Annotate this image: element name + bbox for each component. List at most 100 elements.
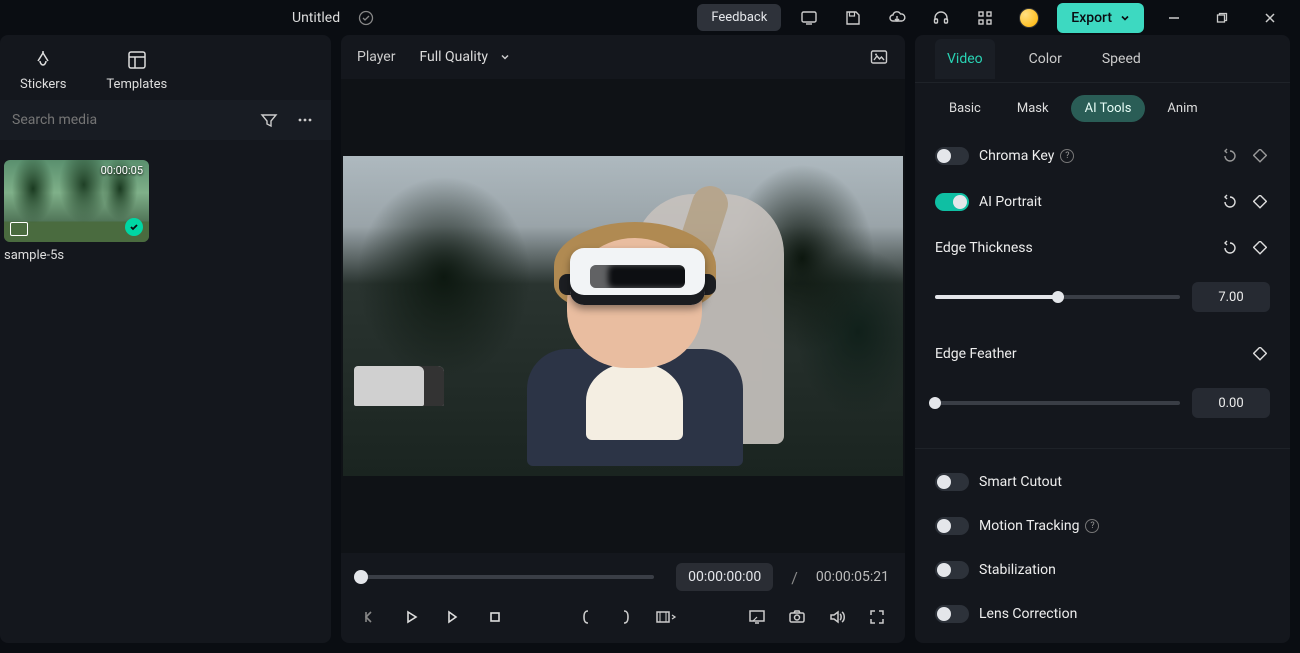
media-tabs: Stickers Templates (0, 35, 331, 100)
edge-feather-value[interactable]: 0.00 (1192, 388, 1270, 418)
tab-video[interactable]: Video (935, 39, 995, 79)
smart-cutout-toggle[interactable] (935, 473, 969, 491)
chroma-key-toggle[interactable] (935, 147, 969, 165)
time-current: 00:00:00:00 (676, 563, 773, 591)
prev-frame-button[interactable] (357, 605, 381, 629)
transport-bar: 00:00:00:00 / 00:00:05:21 (341, 553, 905, 643)
subtab-anim[interactable]: Anim (1153, 95, 1211, 122)
feedback-button[interactable]: Feedback (697, 4, 781, 31)
headset-icon[interactable] (925, 2, 957, 34)
chevron-down-icon (1120, 13, 1130, 23)
prop-smart-cutout: Smart Cutout (935, 465, 1270, 499)
more-icon[interactable] (291, 106, 319, 134)
save-status-icon[interactable] (350, 2, 382, 34)
time-total: 00:00:05:21 (816, 569, 889, 585)
fullscreen-button[interactable] (865, 605, 889, 629)
search-row (0, 100, 331, 140)
ai-portrait-label: AI Portrait (979, 194, 1210, 210)
media-item[interactable]: 00:00:05 sample-5s (4, 160, 149, 263)
motion-tracking-toggle[interactable] (935, 517, 969, 535)
stabilization-label: Stabilization (979, 562, 1270, 578)
motion-tracking-label: Motion Tracking ? (979, 518, 1270, 534)
film-icon (10, 222, 28, 236)
seek-row: 00:00:00:00 / 00:00:05:21 (357, 563, 889, 591)
player-panel: Player Full Quality (341, 35, 905, 643)
player-label: Player (357, 49, 395, 65)
subtab-aitools[interactable]: AI Tools (1071, 95, 1146, 122)
window-close-button[interactable] (1252, 2, 1288, 34)
tab-stickers[interactable]: Stickers (20, 49, 66, 92)
edge-feather-label: Edge Feather (935, 346, 1240, 362)
lens-correction-toggle[interactable] (935, 605, 969, 623)
inspector-tabs: Video Color Speed (915, 35, 1290, 83)
aspect-button[interactable] (654, 605, 678, 629)
export-label: Export (1071, 10, 1112, 26)
prop-motion-tracking: Motion Tracking ? (935, 509, 1270, 543)
edge-thickness-slider[interactable] (935, 295, 1180, 299)
tab-color[interactable]: Color (1023, 37, 1068, 81)
templates-icon (126, 49, 148, 71)
mark-out-button[interactable] (614, 605, 638, 629)
reset-icon[interactable] (1220, 146, 1240, 166)
export-button[interactable]: Export (1057, 3, 1144, 33)
window-minimize-button[interactable] (1156, 2, 1192, 34)
play-forward-button[interactable] (441, 605, 465, 629)
edge-feather-slider-row: 0.00 (935, 382, 1270, 432)
media-panel: Stickers Templates 00:00:05 (0, 35, 331, 643)
tab-templates[interactable]: Templates (106, 49, 167, 92)
keyframe-icon[interactable] (1250, 238, 1270, 258)
quality-value: Full Quality (419, 49, 488, 65)
edge-feather-slider[interactable] (935, 401, 1180, 405)
media-name: sample-5s (4, 248, 149, 263)
edge-thickness-label: Edge Thickness (935, 240, 1210, 256)
window-maximize-button[interactable] (1204, 2, 1240, 34)
subtab-basic[interactable]: Basic (935, 95, 995, 122)
monitor-icon[interactable] (793, 2, 825, 34)
help-icon[interactable]: ? (1085, 519, 1099, 533)
filter-icon[interactable] (255, 106, 283, 134)
check-icon (125, 218, 143, 236)
time-separator: / (791, 568, 798, 587)
play-button[interactable] (399, 605, 423, 629)
help-icon[interactable]: ? (1060, 149, 1074, 163)
lens-correction-label: Lens Correction (979, 606, 1270, 622)
chroma-key-label: Chroma Key ? (979, 148, 1210, 164)
display-button[interactable] (745, 605, 769, 629)
seek-slider[interactable] (361, 575, 654, 579)
quality-select[interactable]: Full Quality (411, 45, 518, 69)
keyframe-icon[interactable] (1250, 344, 1270, 364)
prop-edge-feather-header: Edge Feather (935, 336, 1270, 372)
viewport[interactable] (341, 79, 905, 553)
edge-thickness-value[interactable]: 7.00 (1192, 282, 1270, 312)
prop-ai-portrait: AI Portrait (935, 184, 1270, 220)
snapshot-icon[interactable] (869, 47, 889, 67)
inspector-panel: Video Color Speed Basic Mask AI Tools An… (915, 35, 1290, 643)
keyframe-icon[interactable] (1250, 192, 1270, 212)
media-grid: 00:00:05 sample-5s (0, 140, 331, 283)
video-subtabs: Basic Mask AI Tools Anim (915, 83, 1290, 134)
ai-portrait-toggle[interactable] (935, 193, 969, 211)
title-text: Untitled (292, 10, 340, 26)
mark-in-button[interactable] (574, 605, 598, 629)
camera-button[interactable] (785, 605, 809, 629)
tab-speed[interactable]: Speed (1096, 37, 1147, 81)
stabilization-toggle[interactable] (935, 561, 969, 579)
smart-cutout-label: Smart Cutout (979, 474, 1270, 490)
tab-templates-label: Templates (106, 77, 167, 92)
profile-icon[interactable] (1013, 2, 1045, 34)
inspector-body: Chroma Key ? AI Portrait Edge Thickness (915, 134, 1290, 643)
volume-button[interactable] (825, 605, 849, 629)
save-icon[interactable] (837, 2, 869, 34)
search-input[interactable] (12, 106, 247, 134)
subtab-mask[interactable]: Mask (1003, 95, 1063, 122)
cloud-icon[interactable] (881, 2, 913, 34)
player-header: Player Full Quality (341, 35, 905, 79)
prop-edge-thickness-header: Edge Thickness (935, 230, 1270, 266)
stickers-icon (32, 49, 54, 71)
reset-icon[interactable] (1220, 238, 1240, 258)
apps-icon[interactable] (969, 2, 1001, 34)
keyframe-icon[interactable] (1250, 146, 1270, 166)
reset-icon[interactable] (1220, 192, 1240, 212)
stop-button[interactable] (483, 605, 507, 629)
tab-stickers-label: Stickers (20, 77, 66, 92)
